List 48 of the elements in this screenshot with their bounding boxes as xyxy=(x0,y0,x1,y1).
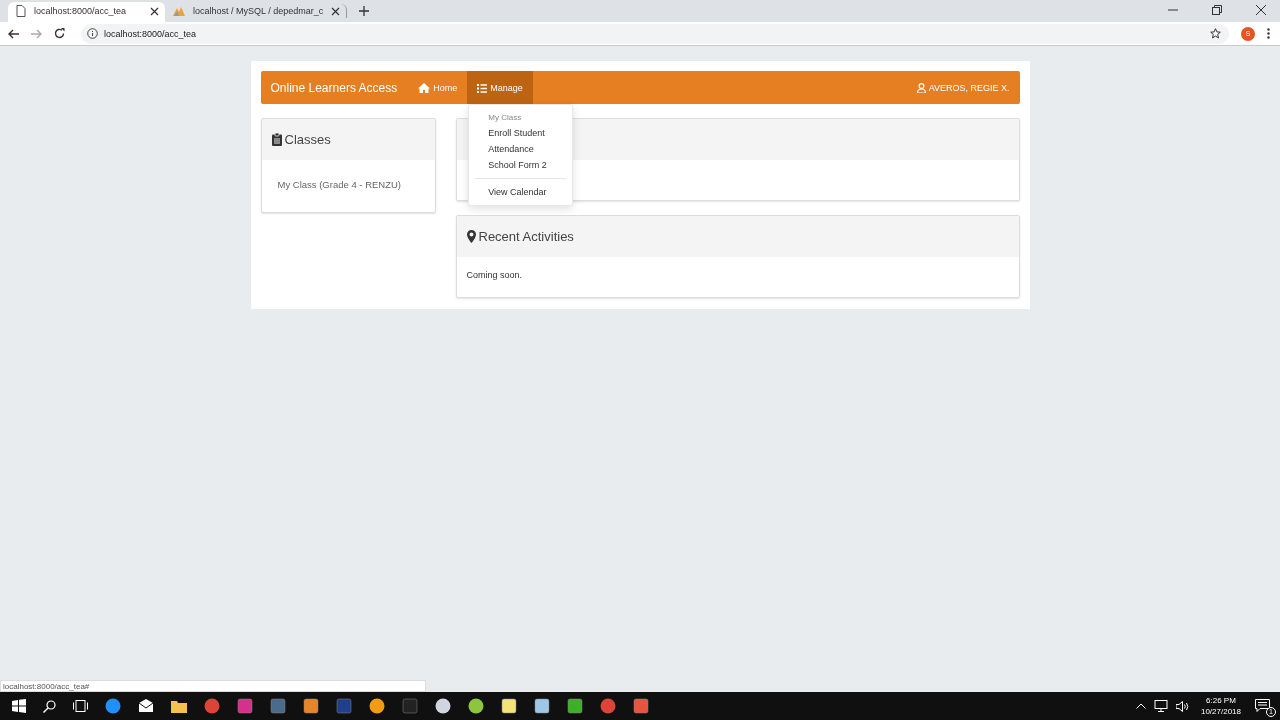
app-icon[interactable] xyxy=(105,698,121,714)
app-icon[interactable] xyxy=(501,698,517,714)
clipboard-icon xyxy=(271,133,282,146)
list-icon xyxy=(477,82,488,93)
close-icon[interactable] xyxy=(150,6,159,16)
nav-link[interactable]: Manage xyxy=(467,71,533,104)
app-icon[interactable] xyxy=(369,698,385,714)
user-icon xyxy=(916,82,926,93)
message-icon xyxy=(1255,699,1270,713)
menu-item[interactable]: Enroll Student xyxy=(469,125,564,141)
windows-icon[interactable] xyxy=(12,699,26,713)
map-pin-icon xyxy=(466,230,476,243)
page-icon xyxy=(16,5,26,17)
info-icon xyxy=(87,28,98,39)
class-link[interactable]: My Class (Grade 4 - RENZU) xyxy=(271,172,425,197)
app-icon[interactable] xyxy=(534,698,550,714)
volume-icon[interactable] xyxy=(1175,700,1189,712)
restore-icon[interactable] xyxy=(1212,5,1222,15)
app-icon[interactable] xyxy=(303,698,319,714)
close-icon[interactable] xyxy=(331,6,341,16)
browser-tab[interactable]: localhost / MySQL / depedmar_c xyxy=(165,4,348,18)
close-icon[interactable] xyxy=(1256,5,1266,15)
new-tab-icon[interactable] xyxy=(359,6,370,16)
card-title: Recent Activities xyxy=(478,229,574,244)
folder-icon[interactable] xyxy=(171,698,187,714)
address-bar[interactable]: localhost:8000/acc_tea xyxy=(81,23,1229,44)
browser-tab[interactable]: localhost:8000/acc_tea xyxy=(8,2,165,22)
sail-icon xyxy=(173,6,185,16)
search-icon[interactable] xyxy=(43,699,56,713)
app-icon[interactable] xyxy=(468,698,484,714)
menu-item[interactable]: Attendance xyxy=(469,141,553,157)
clock[interactable]: 6:26 PM 10/27/2018 xyxy=(1200,695,1241,717)
app-icon[interactable] xyxy=(567,698,583,714)
task-view-icon[interactable] xyxy=(73,700,88,712)
menu-item[interactable]: View Calendar xyxy=(469,184,566,200)
status-url: localhost:8000/acc_tea# xyxy=(0,680,426,692)
reload-icon[interactable] xyxy=(54,28,65,39)
menu-header: My Class xyxy=(487,112,523,124)
star-icon[interactable] xyxy=(1210,28,1221,39)
panel-text: Coming soon. xyxy=(466,269,524,280)
card-title: Classes xyxy=(284,132,331,147)
envelope-icon[interactable] xyxy=(138,698,154,714)
menu-item[interactable]: School Form 2 xyxy=(469,157,566,173)
app-icon[interactable] xyxy=(435,698,451,714)
chevron-up-icon[interactable] xyxy=(1135,703,1146,709)
menu-icon[interactable] xyxy=(1267,28,1270,39)
home-icon xyxy=(418,82,431,93)
back-arrow-icon[interactable] xyxy=(8,28,19,39)
